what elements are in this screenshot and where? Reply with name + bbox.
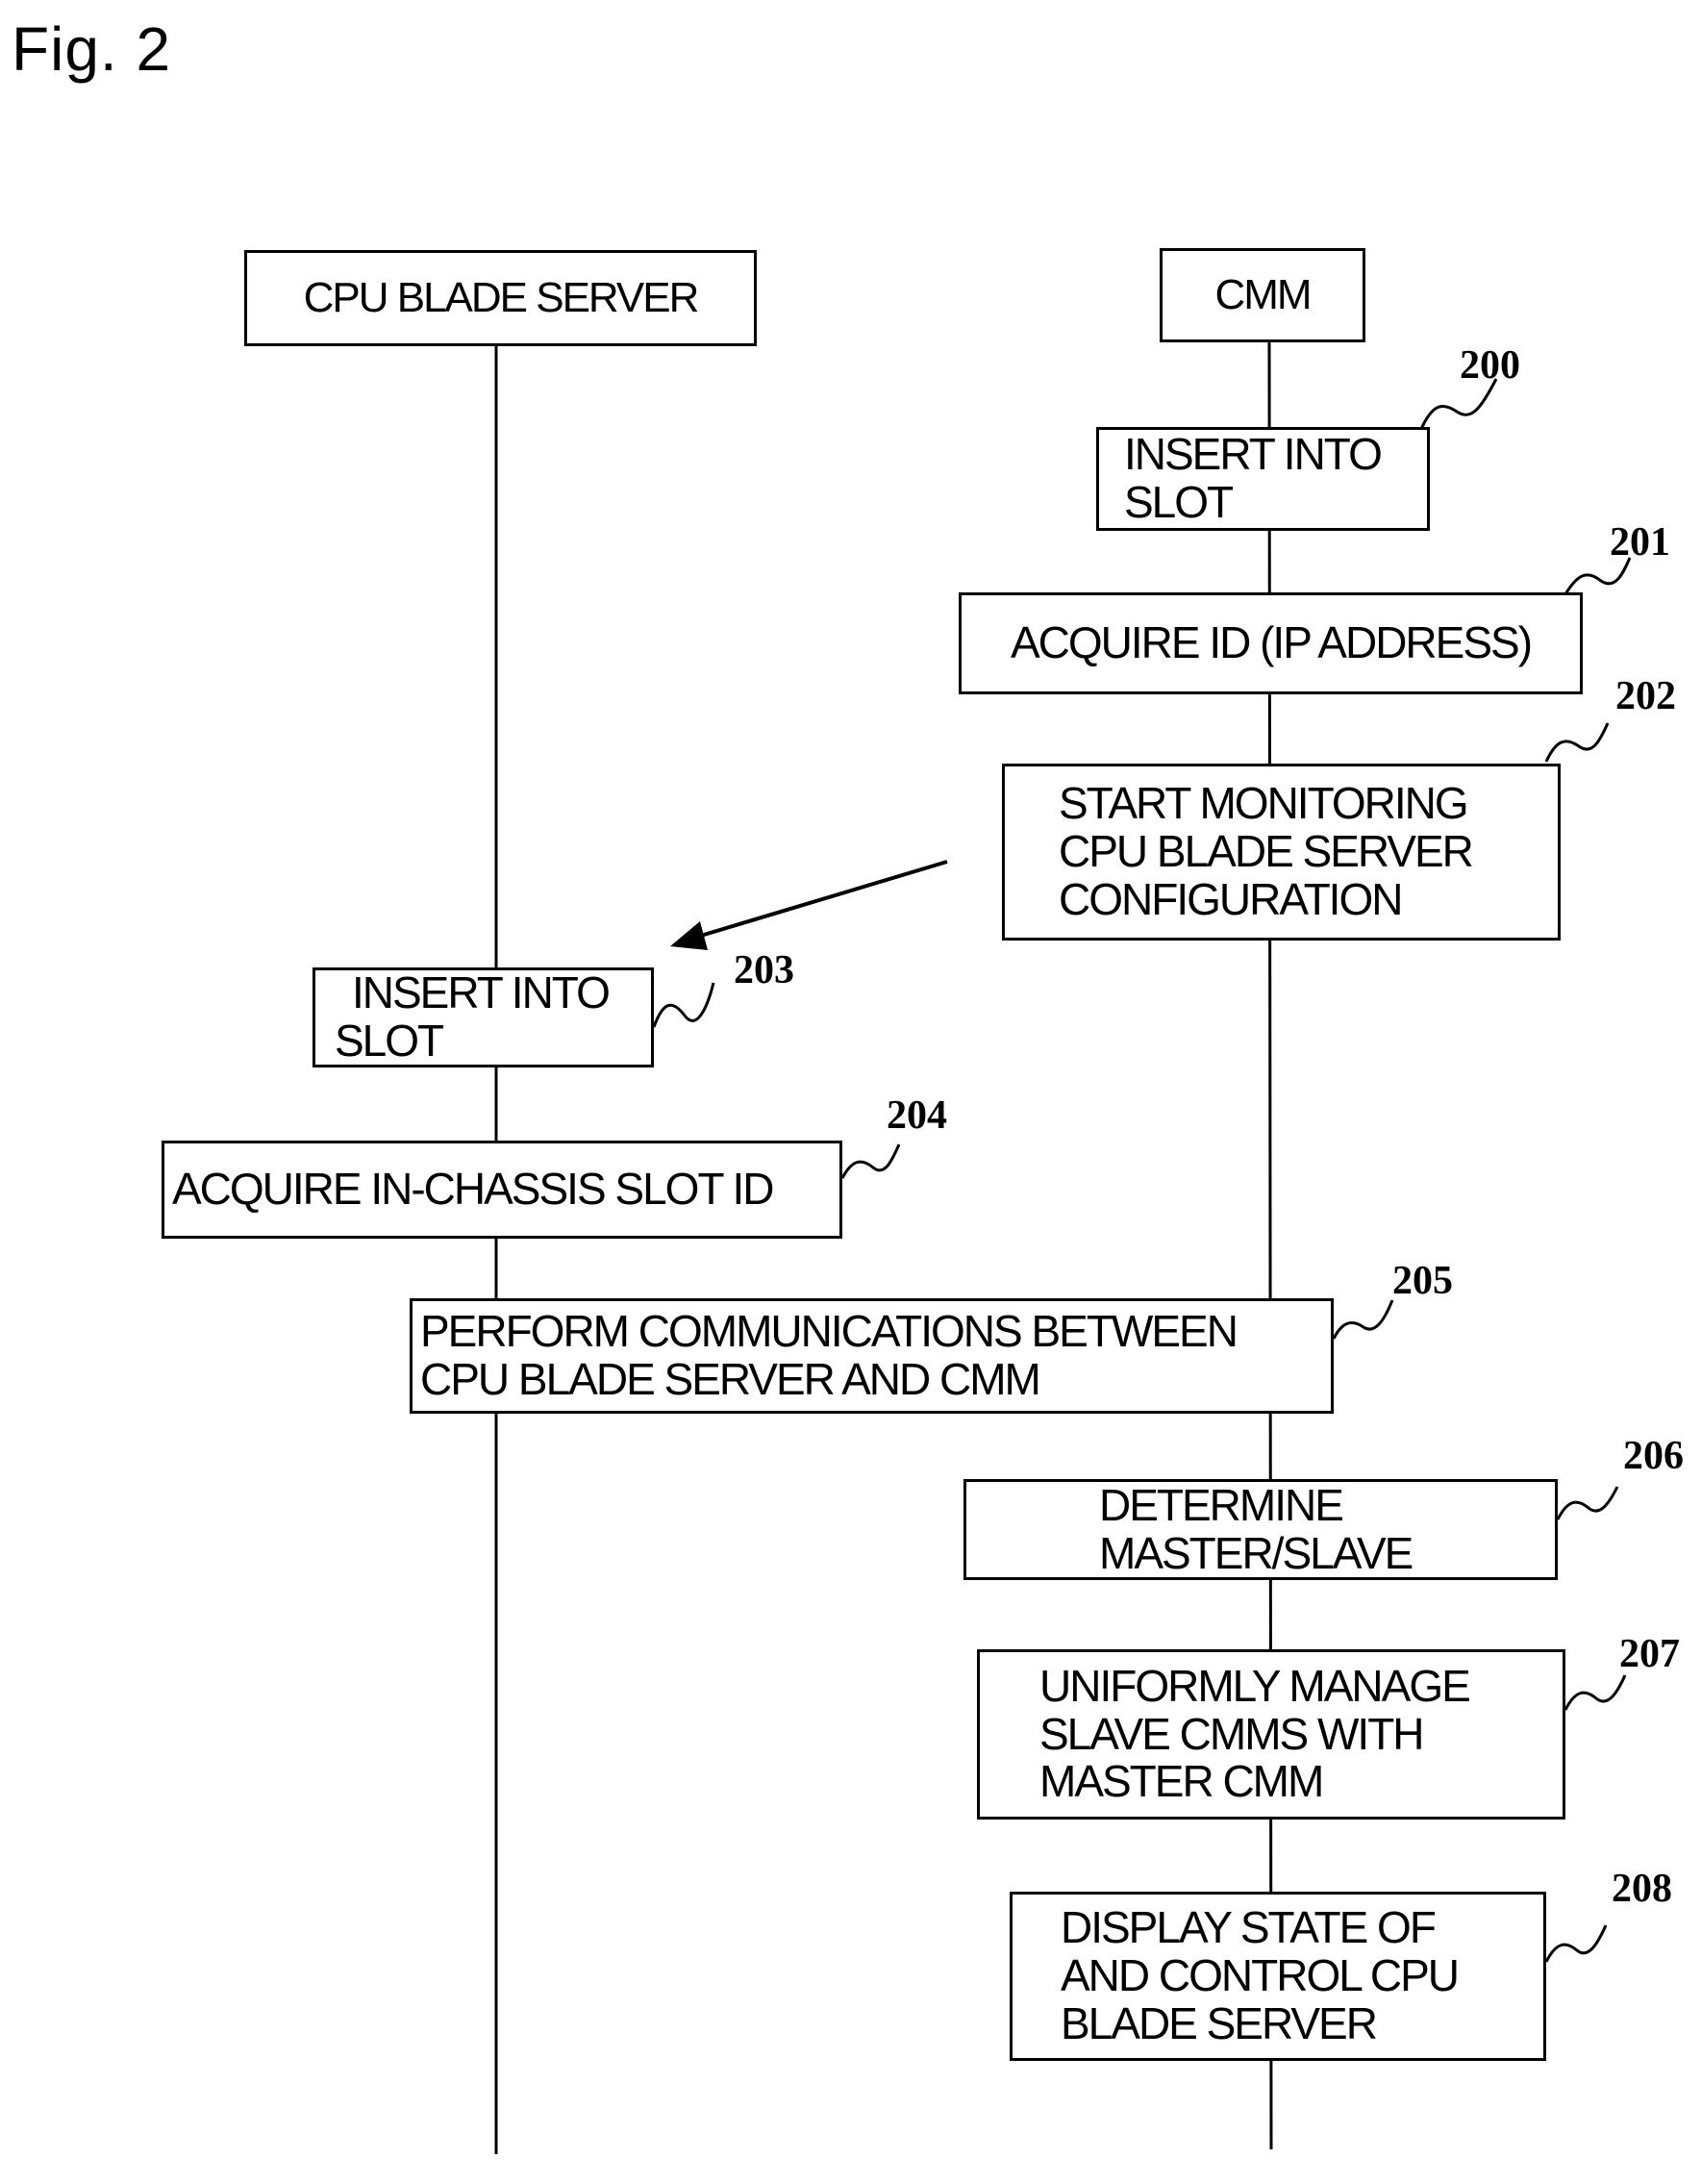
step-text-line: SLAVE CMMS WITH [1039,1708,1425,1759]
leader-208 [1544,1924,1608,1963]
step-box-202: START MONITORING CPU BLADE SERVER CONFIG… [1002,764,1561,941]
ref-number-206: 206 [1623,1434,1684,1478]
ref-number-204: 204 [887,1093,947,1138]
step-text-line: MASTER/SLAVE [1099,1527,1413,1578]
step-text-line: ACQUIRE IN-CHASSIS SLOT ID [172,1164,775,1215]
leader-207 [1563,1674,1627,1711]
ref-number-208: 208 [1612,1867,1672,1911]
step-text-line: INSERT INTO [352,967,611,1018]
step-box-201: ACQUIRE ID (IP ADDRESS) [959,592,1583,694]
step-box-204: ACQUIRE IN-CHASSIS SLOT ID [162,1141,842,1239]
ref-number-202: 202 [1615,674,1676,718]
step-box-205: PERFORM COMMUNICATIONS BETWEEN CPU BLADE… [410,1298,1334,1414]
step-text-line: INSERT INTO [1124,429,1383,480]
step-text-line: AND CONTROL CPU [1061,1950,1460,2001]
step-text-line: PERFORM COMMUNICATIONS BETWEEN [420,1306,1238,1357]
step-text-line: DETERMINE [1099,1479,1344,1530]
leader-203 [652,982,715,1028]
step-text-line: CPU BLADE SERVER [1059,826,1474,877]
step-text-line: BLADE SERVER [1061,1997,1378,2048]
step-text-line: ACQUIRE ID (IP ADDRESS) [1010,617,1533,668]
leader-206 [1556,1486,1619,1520]
lane-header-cpu-blade-server: CPU BLADE SERVER [244,250,757,346]
step-text-line: MASTER CMM [1039,1756,1324,1807]
step-text-line: CPU BLADE SERVER AND CMM [420,1354,1041,1404]
monitor-arrow-line [684,860,948,942]
step-text-line: UNIFORMLY MANAGE [1039,1660,1471,1711]
leader-202 [1544,722,1610,763]
step-text-line: SLOT [335,1016,444,1066]
step-text-line: START MONITORING [1059,778,1469,829]
step-text-line: DISPLAY STATE OF [1061,1902,1437,1953]
leader-205 [1332,1299,1394,1340]
ref-number-201: 201 [1610,520,1670,565]
step-text-line: CONFIGURATION [1059,873,1403,924]
lane-header-label: CPU BLADE SERVER [303,274,700,322]
lane-header-label: CMM [1214,271,1312,319]
ref-number-203: 203 [734,948,794,992]
lane-header-cmm: CMM [1160,248,1365,342]
leader-204 [840,1143,901,1179]
step-box-200: INSERT INTO SLOT [1096,427,1430,531]
step-box-208: DISPLAY STATE OF AND CONTROL CPU BLADE S… [1010,1892,1546,2061]
ref-number-200: 200 [1460,343,1520,388]
ref-number-207: 207 [1619,1632,1680,1676]
ref-number-205: 205 [1392,1259,1453,1303]
step-box-203: INSERT INTO SLOT [313,967,654,1067]
step-text-line: SLOT [1124,477,1234,527]
step-box-207: UNIFORMLY MANAGE SLAVE CMMS WITH MASTER … [977,1649,1565,1820]
step-box-206: DETERMINE MASTER/SLAVE [963,1479,1558,1580]
monitor-arrow-head [670,921,708,950]
